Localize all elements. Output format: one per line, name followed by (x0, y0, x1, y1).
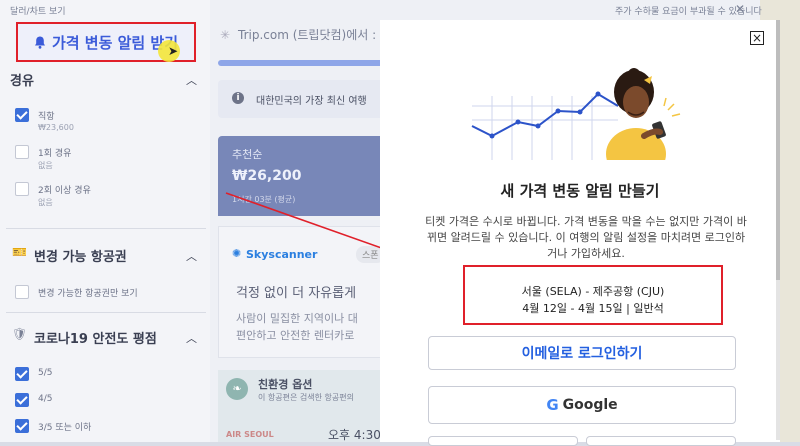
modal-close-button[interactable]: × (750, 31, 764, 45)
google-login-button[interactable]: G Google (428, 386, 736, 424)
social-login-button[interactable] (586, 436, 736, 446)
alert-illustration (471, 68, 681, 160)
trip-dates: 4월 12일 - 4월 15일 | 일반석 (522, 302, 664, 315)
google-g-icon: G (546, 396, 559, 414)
modal-title: 새 가격 변동 알림 만들기 (500, 182, 660, 200)
google-login-label: Google (562, 397, 618, 413)
email-login-button[interactable]: 이메일로 로그인하기 (428, 336, 736, 370)
modal-description-line: 티켓 가격은 수시로 바뀝니다. 가격 변동을 막을 수는 없지만 가격이 바 (425, 215, 747, 228)
close-icon: × (751, 31, 763, 45)
modal-description: 티켓 가격은 수시로 바뀝니다. 가격 변동을 막을 수는 없지만 가격이 바 … (392, 214, 780, 262)
social-login-button[interactable] (428, 436, 578, 446)
modal-description-line: 뀌면 알려드릴 수 있습니다. 이 여행의 알림 설정을 마치려면 로그인하 (426, 231, 746, 244)
modal-description-line: 거나 가입하세요. (547, 247, 625, 260)
route-text: 서울 (SELA) - 제주공항 (CJU) (521, 285, 665, 298)
